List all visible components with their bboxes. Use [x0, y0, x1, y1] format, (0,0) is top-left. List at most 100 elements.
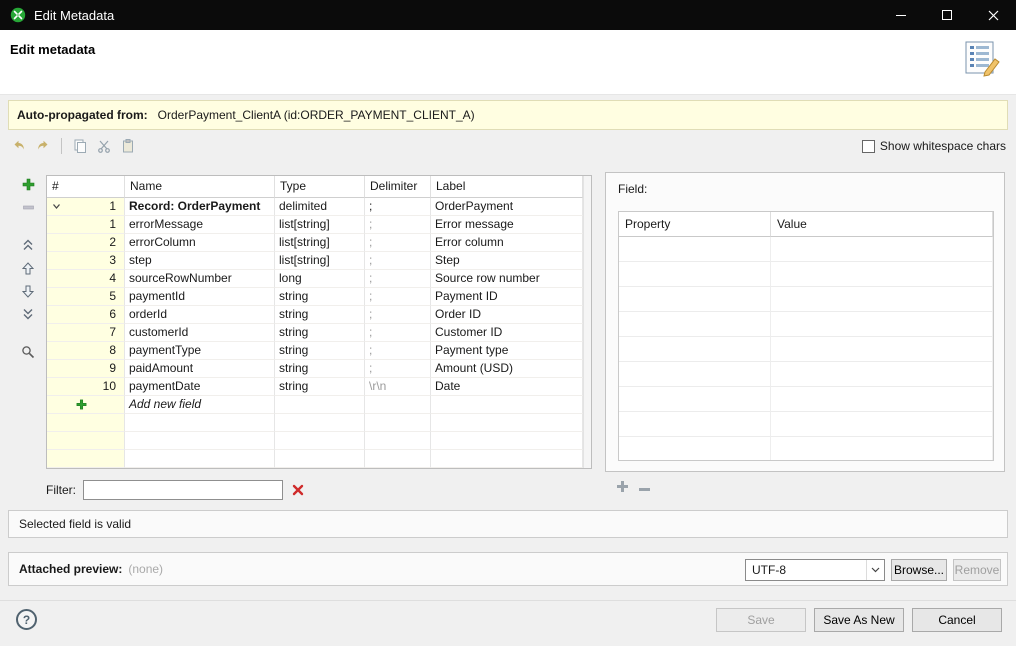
table-row[interactable]: 5paymentIdstring;Payment ID: [47, 288, 591, 306]
field-label-cell[interactable]: Step: [431, 252, 583, 270]
record-row-number-cell[interactable]: 1: [47, 198, 125, 216]
table-row[interactable]: 3steplist[string];Step: [47, 252, 591, 270]
undo-icon[interactable]: [10, 137, 28, 155]
field-label-cell[interactable]: Payment ID: [431, 288, 583, 306]
field-delimiter-cell[interactable]: ;: [365, 270, 431, 288]
field-label-cell[interactable]: Customer ID: [431, 324, 583, 342]
field-label-cell[interactable]: Order ID: [431, 306, 583, 324]
field-label-cell[interactable]: Source row number: [431, 270, 583, 288]
browse-button[interactable]: Browse...: [891, 559, 947, 581]
remove-property-icon[interactable]: [639, 481, 650, 495]
table-row[interactable]: 4sourceRowNumberlong;Source row number: [47, 270, 591, 288]
save-as-new-button[interactable]: Save As New: [814, 608, 904, 632]
record-delimiter-cell[interactable]: ;: [365, 198, 431, 216]
record-label-cell[interactable]: OrderPayment: [431, 198, 583, 216]
row-number-cell: 5: [47, 288, 125, 306]
empty-cell: [47, 450, 125, 468]
field-delimiter-cell[interactable]: ;: [365, 216, 431, 234]
field-type-cell[interactable]: string: [275, 378, 365, 396]
field-delimiter-cell[interactable]: ;: [365, 324, 431, 342]
remove-field-icon[interactable]: [20, 199, 36, 215]
field-name-cell[interactable]: sourceRowNumber: [125, 270, 275, 288]
move-to-bottom-icon[interactable]: [20, 306, 36, 322]
table-row-record[interactable]: 1Record: OrderPaymentdelimited;OrderPaym…: [47, 198, 591, 216]
field-delimiter-cell[interactable]: ;: [365, 342, 431, 360]
redo-icon[interactable]: [34, 137, 52, 155]
field-delimiter-cell[interactable]: \r\n: [365, 378, 431, 396]
property-row: [619, 287, 993, 312]
help-icon[interactable]: ?: [16, 609, 37, 630]
field-delimiter-cell[interactable]: ;: [365, 306, 431, 324]
field-type-cell[interactable]: list[string]: [275, 234, 365, 252]
field-name-cell[interactable]: errorMessage: [125, 216, 275, 234]
table-row[interactable]: 2errorColumnlist[string];Error column: [47, 234, 591, 252]
field-type-cell[interactable]: long: [275, 270, 365, 288]
add-property-icon[interactable]: [617, 481, 628, 495]
field-name-cell[interactable]: orderId: [125, 306, 275, 324]
cancel-button[interactable]: Cancel: [912, 608, 1002, 632]
field-name-cell[interactable]: step: [125, 252, 275, 270]
save-button: Save: [716, 608, 806, 632]
paste-icon[interactable]: [119, 137, 137, 155]
collapse-chevron-icon[interactable]: [52, 202, 61, 211]
property-cell: [619, 412, 771, 437]
field-type-cell[interactable]: string: [275, 360, 365, 378]
add-new-field-label[interactable]: Add new field: [125, 396, 275, 414]
add-field-button-cell[interactable]: [47, 396, 125, 414]
filter-row: Filter:: [46, 479, 304, 500]
move-to-top-icon[interactable]: [20, 237, 36, 253]
cut-icon[interactable]: [95, 137, 113, 155]
field-delimiter-cell[interactable]: ;: [365, 360, 431, 378]
add-field-icon[interactable]: [20, 176, 36, 192]
field-type-cell[interactable]: string: [275, 306, 365, 324]
field-name-cell[interactable]: paidAmount: [125, 360, 275, 378]
field-type-cell[interactable]: list[string]: [275, 216, 365, 234]
field-type-cell[interactable]: string: [275, 288, 365, 306]
show-whitespace-checkbox[interactable]: [862, 140, 875, 153]
property-cell: [619, 262, 771, 287]
add-field-icon[interactable]: [76, 399, 87, 410]
table-row[interactable]: 9paidAmountstring;Amount (USD): [47, 360, 591, 378]
field-delimiter-cell[interactable]: ;: [365, 288, 431, 306]
field-type-cell[interactable]: string: [275, 342, 365, 360]
table-scrollbar[interactable]: [583, 176, 591, 468]
encoding-select[interactable]: UTF-8: [745, 559, 885, 581]
table-row[interactable]: 8paymentTypestring;Payment type: [47, 342, 591, 360]
field-name-cell[interactable]: customerId: [125, 324, 275, 342]
move-down-icon[interactable]: [20, 283, 36, 299]
field-label-cell[interactable]: Error message: [431, 216, 583, 234]
record-name-cell[interactable]: Record: OrderPayment: [125, 198, 275, 216]
record-type-cell[interactable]: delimited: [275, 198, 365, 216]
edit-toolbar: [10, 136, 137, 156]
field-delimiter-cell[interactable]: ;: [365, 252, 431, 270]
copy-icon[interactable]: [71, 137, 89, 155]
table-row[interactable]: 1errorMessagelist[string];Error message: [47, 216, 591, 234]
table-row[interactable]: 10paymentDatestring\r\nDate: [47, 378, 591, 396]
field-label-cell[interactable]: Payment type: [431, 342, 583, 360]
close-button[interactable]: [970, 0, 1016, 30]
minimize-button[interactable]: [878, 0, 924, 30]
maximize-button[interactable]: [924, 0, 970, 30]
field-type-cell[interactable]: list[string]: [275, 252, 365, 270]
show-whitespace-label[interactable]: Show whitespace chars: [880, 139, 1006, 153]
column-header-label: Label: [431, 176, 583, 198]
add-field-row[interactable]: Add new field: [47, 396, 591, 414]
find-icon[interactable]: [20, 344, 36, 360]
field-name-cell[interactable]: errorColumn: [125, 234, 275, 252]
table-row[interactable]: 6orderIdstring;Order ID: [47, 306, 591, 324]
field-name-cell[interactable]: paymentDate: [125, 378, 275, 396]
field-delimiter-cell[interactable]: ;: [365, 234, 431, 252]
maximize-icon: [942, 10, 952, 20]
field-name-cell[interactable]: paymentId: [125, 288, 275, 306]
field-label-cell[interactable]: Date: [431, 378, 583, 396]
field-type-cell[interactable]: string: [275, 324, 365, 342]
table-row[interactable]: 7customerIdstring;Customer ID: [47, 324, 591, 342]
field-label-cell[interactable]: Error column: [431, 234, 583, 252]
filter-input[interactable]: [83, 480, 283, 500]
clear-filter-icon[interactable]: [292, 484, 304, 496]
move-up-icon[interactable]: [20, 260, 36, 276]
field-label-cell[interactable]: Amount (USD): [431, 360, 583, 378]
titlebar: Edit Metadata: [0, 0, 1016, 30]
field-name-cell[interactable]: paymentType: [125, 342, 275, 360]
encoding-selected-value: UTF-8: [752, 563, 786, 577]
